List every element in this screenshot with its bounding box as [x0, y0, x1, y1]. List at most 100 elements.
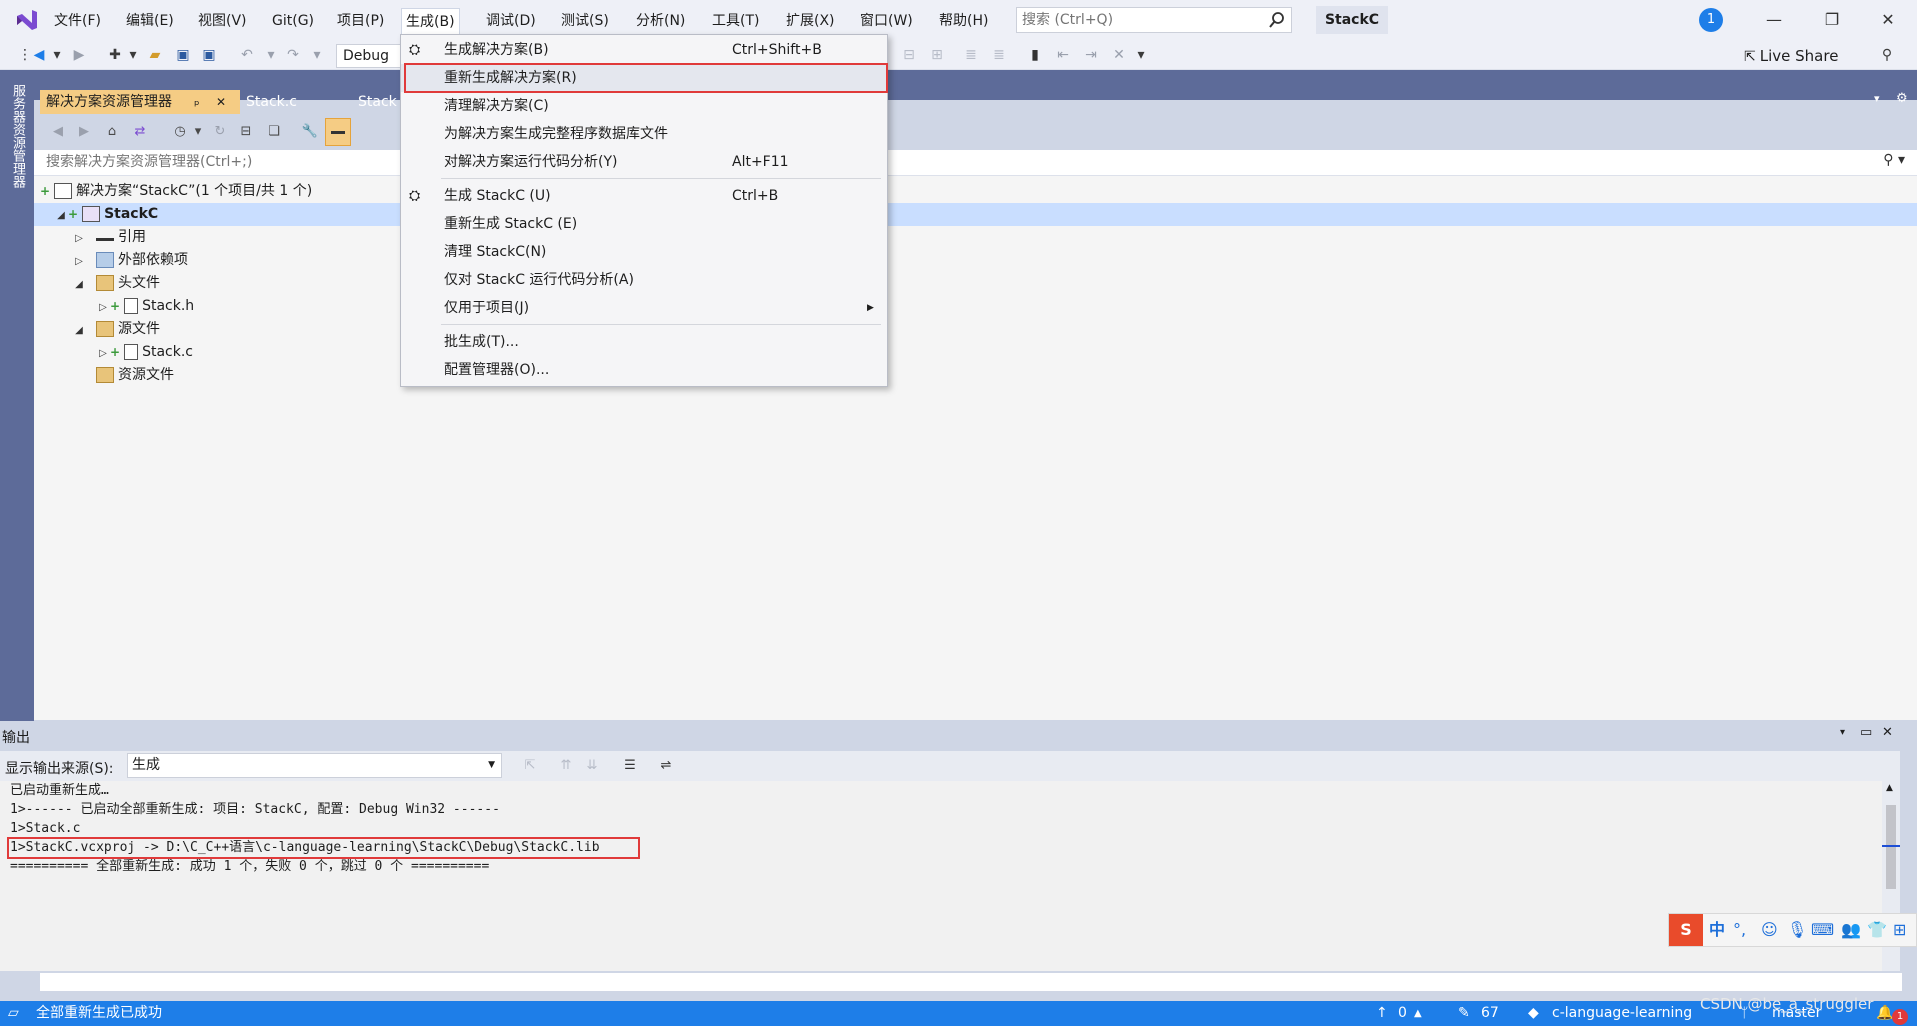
menu-debug[interactable]: 调试(D): [482, 10, 540, 32]
git-repo-icon[interactable]: ◆: [1528, 1001, 1539, 1026]
sogou-logo-icon[interactable]: S: [1669, 914, 1703, 946]
switch-views-icon[interactable]: ⇄: [130, 122, 150, 142]
find-message-icon[interactable]: ⇱: [520, 756, 540, 776]
se-forward-icon[interactable]: ▶: [74, 122, 94, 142]
live-share-button[interactable]: ⇱ Live Share: [1744, 46, 1838, 66]
menu-item-config-manager[interactable]: 配置管理器(O)...: [401, 356, 887, 384]
next-message-icon[interactable]: ⇊: [582, 756, 602, 776]
open-folder-icon[interactable]: ▰: [146, 46, 164, 64]
menu-file[interactable]: 文件(F): [50, 10, 105, 32]
prev-bookmark-icon[interactable]: ⇤: [1054, 46, 1072, 64]
global-search-input[interactable]: [1017, 8, 1257, 32]
menu-window[interactable]: 窗口(W): [856, 10, 917, 32]
redo-dropdown-icon[interactable]: ▾: [308, 46, 326, 64]
skin-icon[interactable]: 👕: [1867, 914, 1887, 946]
tree-external-deps-node[interactable]: ▷ 外部依赖项: [72, 249, 188, 272]
output-close-icon[interactable]: ✕: [1882, 725, 1893, 740]
pencil-icon[interactable]: ✎: [1458, 1001, 1470, 1026]
menu-item-code-analysis-solution[interactable]: 对解决方案运行代码分析(Y) Alt+F11: [401, 148, 887, 176]
menu-project[interactable]: 项目(P): [333, 10, 388, 32]
tree-solution-node[interactable]: + 解决方案“StackC”(1 个项目/共 1 个): [40, 180, 312, 203]
menu-build[interactable]: 生成(B): [401, 8, 460, 36]
tree-stack-h-node[interactable]: ▷ + Stack.h: [96, 295, 194, 318]
push-count[interactable]: 0: [1398, 1001, 1407, 1026]
grid-menu-icon[interactable]: ⊞: [1893, 914, 1906, 946]
sync-icon[interactable]: ↻: [210, 122, 230, 142]
clear-all-icon[interactable]: ☰: [620, 756, 640, 776]
new-project-icon[interactable]: ✚: [106, 46, 124, 64]
collapsed-arrow-icon[interactable]: ▷: [72, 250, 86, 273]
menu-item-rebuild-project[interactable]: 重新生成 StackC (E): [401, 210, 887, 238]
collapse-all-icon[interactable]: ⊟: [236, 122, 256, 142]
tab-stack-partial[interactable]: Stack: [352, 90, 402, 114]
pin-icon[interactable]: ₚ: [194, 90, 200, 114]
new-project-dropdown-icon[interactable]: ▾: [124, 46, 142, 64]
tree-stack-c-node[interactable]: ▷ + Stack.c: [96, 341, 193, 364]
output-text-area[interactable]: 已启动重新生成… 1>------ 已启动全部重新生成: 项目: StackC,…: [0, 781, 1900, 971]
close-tab-icon[interactable]: ✕: [216, 90, 226, 114]
preview-selected-items-icon[interactable]: [325, 118, 351, 146]
filter-dropdown-icon[interactable]: ▾: [188, 122, 208, 142]
tree-resource-files-node[interactable]: 资源文件: [86, 364, 174, 387]
menu-item-full-pdb[interactable]: 为解决方案生成完整程序数据库文件: [401, 120, 887, 148]
clear-bookmarks-icon[interactable]: ✕: [1110, 46, 1128, 64]
word-wrap-icon[interactable]: ⇌: [656, 756, 676, 776]
tab-solution-explorer[interactable]: 解决方案资源管理器 ₚ ✕: [40, 90, 240, 114]
save-all-icon[interactable]: ▣: [200, 46, 218, 64]
bookmark-icon[interactable]: ▮: [1026, 46, 1044, 64]
global-search-box[interactable]: [1016, 7, 1292, 33]
punctuation-icon[interactable]: °,: [1733, 914, 1746, 946]
comment-icon[interactable]: ⊟: [900, 46, 918, 64]
expanded-arrow-icon[interactable]: ◢: [54, 204, 68, 227]
collapsed-arrow-icon[interactable]: ▷: [96, 296, 110, 319]
menu-tools[interactable]: 工具(T): [708, 10, 763, 32]
menu-analyze[interactable]: 分析(N): [632, 10, 689, 32]
menu-item-clean-solution[interactable]: 清理解决方案(C): [401, 92, 887, 120]
emoji-icon[interactable]: ☺: [1761, 914, 1778, 946]
output-dropdown-icon[interactable]: ▾: [1840, 727, 1845, 738]
push-dropdown-icon[interactable]: ▲: [1414, 1001, 1422, 1026]
solution-explorer-search-input[interactable]: [34, 150, 1834, 174]
menu-help[interactable]: 帮助(H): [935, 10, 992, 32]
keyboard-icon[interactable]: ⌨: [1811, 914, 1834, 946]
back-dropdown-icon[interactable]: ▾: [48, 46, 66, 64]
ime-toolbar[interactable]: S 中 °, ☺ 🎙 ⌨ 👥 👕 ⊞: [1668, 913, 1917, 947]
menu-item-clean-project[interactable]: 清理 StackC(N): [401, 238, 887, 266]
close-icon[interactable]: ✕: [1876, 8, 1900, 32]
tree-project-node[interactable]: ◢ + StackC: [34, 203, 1917, 226]
collapsed-arrow-icon[interactable]: ▷: [72, 227, 86, 250]
output-source-combo[interactable]: 生成 ▼: [127, 753, 502, 778]
scroll-thumb[interactable]: [1886, 805, 1896, 889]
home-icon[interactable]: ⌂: [102, 122, 122, 142]
tab-list-dropdown-icon[interactable]: ▾: [1874, 92, 1880, 105]
menu-view[interactable]: 视图(V): [194, 10, 251, 32]
repo-name[interactable]: c-language-learning: [1552, 1001, 1692, 1026]
horizontal-scroll-area[interactable]: [40, 973, 1902, 991]
undo-dropdown-icon[interactable]: ▾: [262, 46, 280, 64]
menu-item-batch-build[interactable]: 批生成(T)...: [401, 328, 887, 356]
menu-git[interactable]: Git(G): [268, 10, 318, 32]
visual-studio-logo-icon[interactable]: [14, 7, 40, 33]
save-icon[interactable]: ▣: [174, 46, 192, 64]
minimize-icon[interactable]: —: [1762, 8, 1786, 32]
menu-item-build-solution[interactable]: ⛭ 生成解决方案(B) Ctrl+Shift+B: [401, 36, 887, 64]
search-options-icon[interactable]: ⚲ ▾: [1883, 152, 1905, 168]
menu-extensions[interactable]: 扩展(X): [782, 10, 839, 32]
pending-changes-filter-icon[interactable]: ◷: [170, 122, 190, 142]
uncomment-icon[interactable]: ⊞: [928, 46, 946, 64]
microphone-icon[interactable]: 🎙: [1787, 914, 1807, 946]
push-arrow-icon[interactable]: ↑: [1376, 1001, 1388, 1026]
properties-wrench-icon[interactable]: 🔧: [300, 122, 320, 142]
next-bookmark-icon[interactable]: ⇥: [1082, 46, 1100, 64]
prev-message-icon[interactable]: ⇈: [556, 756, 576, 776]
collapsed-arrow-icon[interactable]: ▷: [96, 342, 110, 365]
tree-source-files-node[interactable]: ◢ 源文件: [72, 318, 160, 341]
changes-count[interactable]: 67: [1481, 1001, 1499, 1026]
redo-icon[interactable]: ↷: [284, 46, 302, 64]
notification-badge[interactable]: 1: [1699, 8, 1723, 32]
bell-icon[interactable]: 🔔: [1876, 1001, 1893, 1026]
expanded-arrow-icon[interactable]: ◢: [72, 319, 86, 342]
forward-icon[interactable]: ▶: [70, 46, 88, 64]
feedback-icon[interactable]: ⚲: [1878, 46, 1896, 64]
se-back-icon[interactable]: ◀: [48, 122, 68, 142]
